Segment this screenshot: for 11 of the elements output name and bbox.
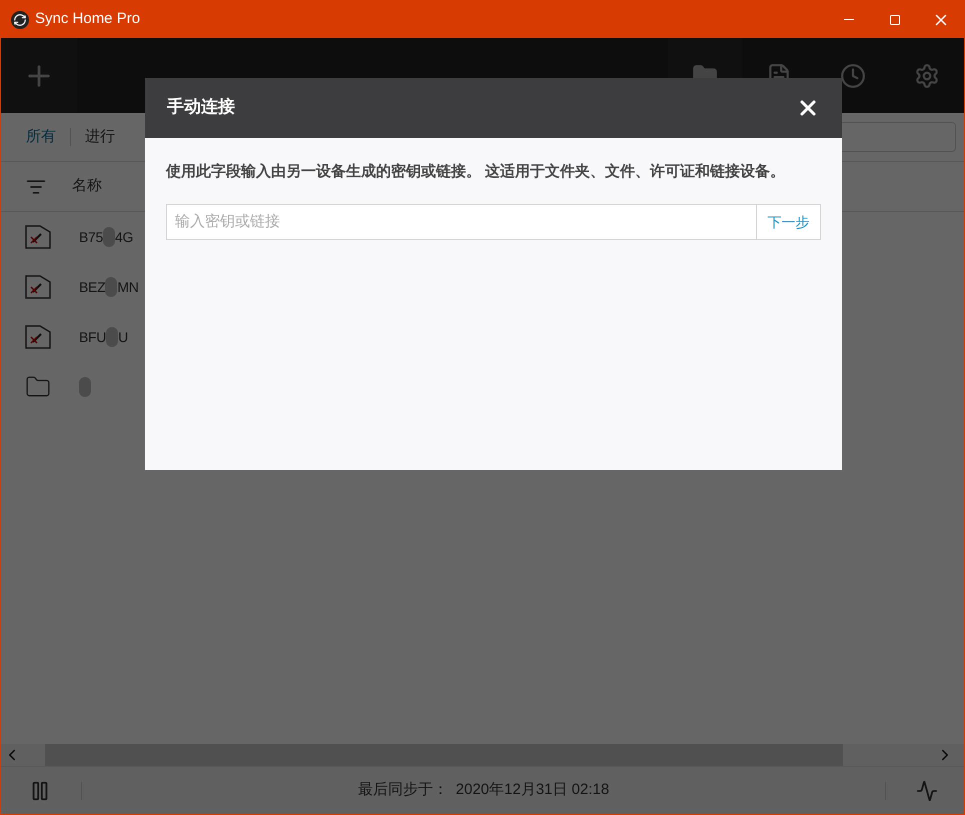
item-name: 4G bbox=[115, 228, 134, 246]
item-name: B75 bbox=[79, 228, 104, 246]
last-sync-label: 最后同步于： bbox=[358, 780, 448, 800]
item-name: BFU bbox=[79, 328, 106, 346]
window-title: Sync Home Pro bbox=[35, 9, 140, 30]
item-name: U bbox=[118, 328, 128, 346]
item-name: BEZ bbox=[79, 278, 106, 296]
last-sync-time: 2020年12月31日 02:18 bbox=[456, 780, 610, 800]
item-name: MN bbox=[117, 278, 139, 296]
dialog-title: 手动连接 bbox=[167, 96, 235, 120]
dialog-description: 使用此字段输入由另一设备生成的密钥或链接。 这适用于文件夹、文件、许可证和链接设备。 bbox=[166, 162, 786, 182]
